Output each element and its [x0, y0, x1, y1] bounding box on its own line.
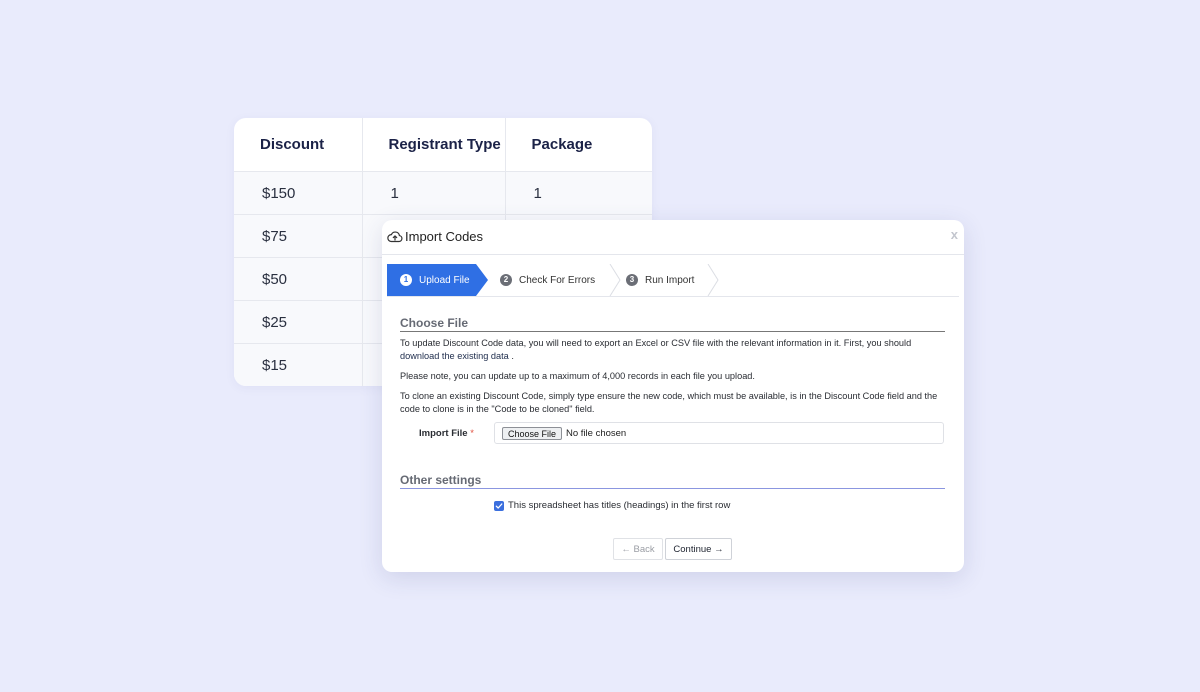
table-cell: $50 [234, 257, 363, 301]
step-check-for-errors[interactable]: 2 Check For Errors [500, 264, 595, 296]
required-mark: * [470, 428, 474, 439]
continue-button[interactable]: Continue → [665, 538, 732, 560]
step-number: 1 [400, 274, 412, 286]
headings-checkbox[interactable] [494, 500, 504, 511]
table-cell: 1 [362, 171, 506, 215]
modal-header: Import Codes x [382, 220, 964, 255]
step-chevron-icon [707, 264, 719, 296]
instructions-text: To update Discount Code data, you will n… [400, 338, 912, 348]
file-status-text: No file chosen [566, 428, 627, 439]
cloud-upload-icon [387, 231, 403, 243]
checkmark-icon [495, 502, 503, 509]
import-codes-modal: Import Codes x 1 Upload File 2 Check For… [382, 220, 964, 572]
steps-divider [387, 296, 959, 297]
import-file-label: Import File * [419, 428, 474, 439]
choose-file-button[interactable]: Choose File [502, 427, 563, 440]
table-header-row: Discount Registrant Type Package [234, 118, 652, 172]
table-cell: 1 [505, 171, 652, 215]
import-steps: 1 Upload File 2 Check For Errors 3 Run I… [387, 264, 959, 297]
download-existing-data-link[interactable]: download the existing data [400, 351, 509, 361]
headings-checkbox-label: This spreadsheet has titles (headings) i… [508, 500, 731, 511]
import-file-label-text: Import File [419, 428, 468, 439]
table-cell: $75 [234, 214, 363, 258]
instructions-paragraph: To update Discount Code data, you will n… [400, 337, 948, 363]
close-icon[interactable]: x [951, 227, 958, 242]
table-row: $150 1 1 [234, 171, 652, 215]
step-chevron-icon [609, 264, 621, 296]
step-number: 3 [626, 274, 638, 286]
step-label: Run Import [645, 274, 695, 286]
import-file-input[interactable]: Choose File No file chosen [494, 422, 944, 444]
section-title-other-settings: Other settings [400, 473, 945, 489]
column-header-discount: Discount [234, 118, 363, 172]
headings-checkbox-row: This spreadsheet has titles (headings) i… [494, 500, 730, 511]
instructions-text-end: . [511, 351, 514, 361]
table-cell: $15 [234, 343, 363, 386]
step-number: 2 [500, 274, 512, 286]
limit-note: Please note, you can update up to a maxi… [400, 371, 755, 381]
back-button[interactable]: ← Back [613, 538, 663, 560]
clone-note: To clone an existing Discount Code, simp… [400, 391, 938, 414]
column-header-package: Package [531, 136, 593, 153]
step-label: Check For Errors [519, 274, 596, 286]
step-upload-file[interactable]: 1 Upload File [387, 264, 488, 296]
step-label: Upload File [419, 274, 470, 286]
section-title-choose-file: Choose File [400, 316, 945, 332]
modal-title: Import Codes [405, 229, 484, 244]
table-cell: $25 [234, 300, 363, 344]
step-run-import[interactable]: 3 Run Import [626, 264, 694, 296]
column-header-registrant-type: Registrant Type [362, 118, 506, 172]
table-cell: $150 [234, 171, 363, 215]
